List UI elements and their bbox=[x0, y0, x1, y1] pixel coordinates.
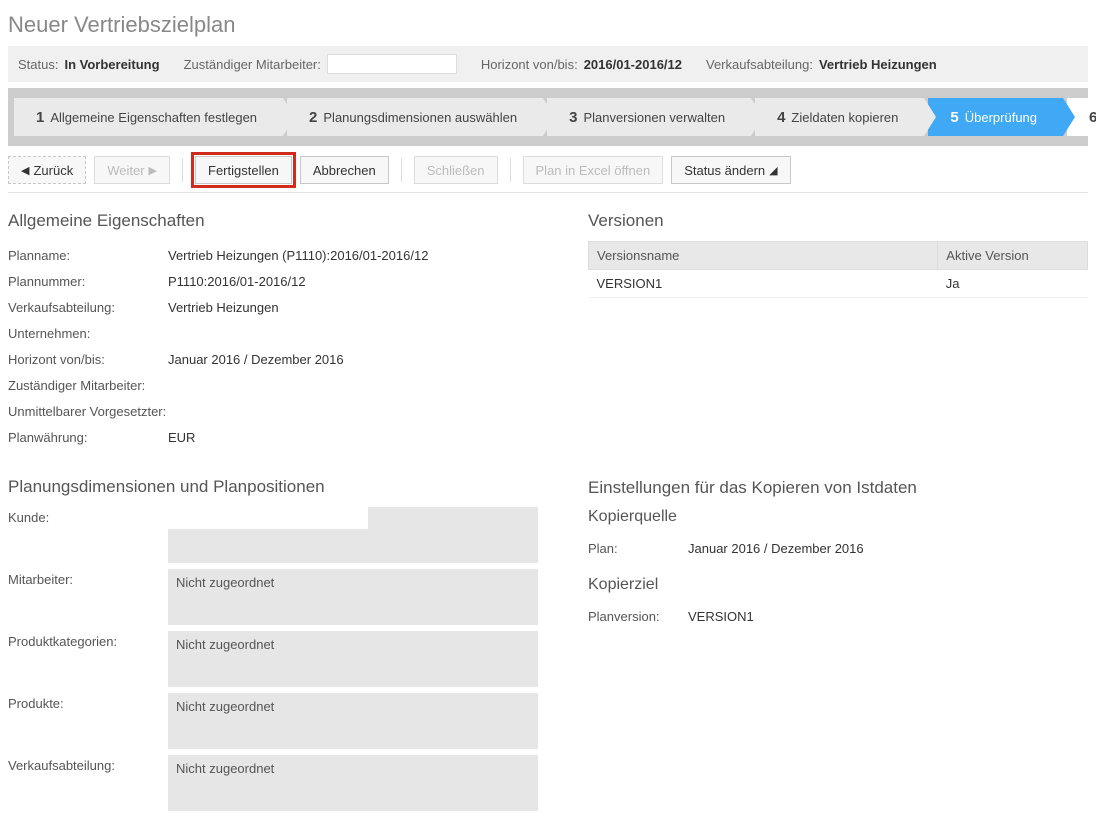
prop-currency-label: Planwährung: bbox=[8, 427, 168, 445]
meta-status-value: In Vorbereitung bbox=[64, 57, 159, 72]
versions-col-name: Versionsname bbox=[589, 242, 938, 270]
meta-horizon: Horizont von/bis: 2016/01-2016/12 bbox=[481, 57, 682, 72]
wizard-step-num: 3 bbox=[569, 109, 577, 126]
meta-bar: Status: In Vorbereitung Zuständiger Mita… bbox=[8, 46, 1088, 82]
open-excel-button: Plan in Excel öffnen bbox=[523, 156, 664, 184]
copy-source-title: Kopierquelle bbox=[588, 508, 1088, 526]
meta-dept: Verkaufsabteilung: Vertrieb Heizungen bbox=[706, 57, 937, 72]
prop-supervisor-label: Unmittelbarer Vorgesetzter: bbox=[8, 401, 168, 419]
dim-produktkat-value: Nicht zugeordnet bbox=[176, 637, 274, 652]
meta-horizon-value: 2016/01-2016/12 bbox=[584, 57, 682, 72]
wizard-step-5[interactable]: 5 Überprüfung bbox=[928, 98, 1063, 136]
prop-horizon-value: Januar 2016 / Dezember 2016 bbox=[168, 349, 548, 367]
change-status-button-label: Status ändern bbox=[684, 163, 765, 178]
wizard-steps: 1 Allgemeine Eigenschaften festlegen 2 P… bbox=[8, 88, 1088, 146]
wizard-step-label: Allgemeine Eigenschaften festlegen bbox=[50, 110, 257, 125]
dim-verkauf-label: Verkaufsabteilung: bbox=[8, 755, 168, 811]
dims-section-title: Planungsdimensionen und Planpositionen bbox=[8, 477, 548, 497]
open-excel-button-label: Plan in Excel öffnen bbox=[536, 163, 651, 178]
copy-section-title: Einstellungen für das Kopieren von Istda… bbox=[588, 478, 1088, 498]
dim-produkte-box: Nicht zugeordnet bbox=[168, 693, 538, 749]
dim-kunde-label: Kunde: bbox=[8, 507, 168, 563]
prop-owner-label: Zuständiger Mitarbeiter: bbox=[8, 375, 168, 393]
chevron-left-icon: ◀ bbox=[21, 164, 29, 177]
toolbar-separator bbox=[182, 158, 183, 182]
cancel-button[interactable]: Abbrechen bbox=[300, 156, 389, 184]
dim-produkte-value: Nicht zugeordnet bbox=[176, 699, 274, 714]
dim-produkte-label: Produkte: bbox=[8, 693, 168, 749]
prop-planname-value: Vertrieb Heizungen (P1110):2016/01-2016/… bbox=[168, 245, 548, 263]
wizard-step-num: 1 bbox=[36, 109, 44, 126]
prop-currency-value: EUR bbox=[168, 427, 548, 445]
wizard-step-label: Planversionen verwalten bbox=[583, 110, 725, 125]
close-button-label: Schließen bbox=[427, 163, 485, 178]
wizard-step-4[interactable]: 4 Zieldaten kopieren bbox=[755, 98, 924, 136]
finish-button[interactable]: Fertigstellen bbox=[195, 156, 292, 184]
back-button[interactable]: ◀ Zurück bbox=[8, 156, 86, 184]
props-section-title: Allgemeine Eigenschaften bbox=[8, 211, 548, 231]
prop-dept-label: Verkaufsabteilung: bbox=[8, 297, 168, 315]
versions-section-title: Versionen bbox=[588, 211, 1088, 231]
copy-target-title: Kopierziel bbox=[588, 576, 1088, 594]
dim-mitarbeiter-label: Mitarbeiter: bbox=[8, 569, 168, 625]
prop-company-value bbox=[168, 323, 548, 326]
toolbar-separator bbox=[510, 158, 511, 182]
wizard-step-1[interactable]: 1 Allgemeine Eigenschaften festlegen bbox=[14, 98, 283, 136]
toolbar: ◀ Zurück Weiter ▶ Fertigstellen Abbreche… bbox=[8, 148, 1088, 193]
prop-planname-label: Planname: bbox=[8, 245, 168, 263]
prop-company-label: Unternehmen: bbox=[8, 323, 168, 341]
wizard-step-3[interactable]: 3 Planversionen verwalten bbox=[547, 98, 751, 136]
wizard-step-label: Überprüfung bbox=[965, 110, 1037, 125]
copy-plan-label: Plan: bbox=[588, 538, 688, 556]
wizard-step-label: Zieldaten kopieren bbox=[791, 110, 898, 125]
prop-owner-value bbox=[168, 375, 548, 378]
version-active-cell: Ja bbox=[938, 270, 1088, 298]
close-button: Schließen bbox=[414, 156, 498, 184]
prop-supervisor-value bbox=[168, 401, 548, 404]
wizard-step-num: 4 bbox=[777, 109, 785, 126]
wizard-step-num: 2 bbox=[309, 109, 317, 126]
wizard-step-label: Planungsdimensionen auswählen bbox=[323, 110, 517, 125]
prop-plannummer-value: P1110:2016/01-2016/12 bbox=[168, 271, 548, 289]
next-button: Weiter ▶ bbox=[94, 156, 170, 184]
prop-dept-value: Vertrieb Heizungen bbox=[168, 297, 548, 315]
meta-status: Status: In Vorbereitung bbox=[18, 57, 160, 72]
dim-kunde-input[interactable] bbox=[168, 507, 368, 529]
meta-dept-value: Vertrieb Heizungen bbox=[819, 57, 937, 72]
table-row[interactable]: VERSION1 Ja bbox=[589, 270, 1088, 298]
toolbar-separator bbox=[401, 158, 402, 182]
dropdown-icon: ◢ bbox=[769, 164, 777, 177]
prop-plannummer-label: Plannummer: bbox=[8, 271, 168, 289]
dim-mitarbeiter-box: Nicht zugeordnet bbox=[168, 569, 538, 625]
dim-mitarbeiter-value: Nicht zugeordnet bbox=[176, 575, 274, 590]
dim-verkauf-value: Nicht zugeordnet bbox=[176, 761, 274, 776]
meta-owner: Zuständiger Mitarbeiter: bbox=[184, 54, 457, 74]
dim-produktkat-box: Nicht zugeordnet bbox=[168, 631, 538, 687]
versions-col-active: Aktive Version bbox=[938, 242, 1088, 270]
meta-horizon-label: Horizont von/bis: bbox=[481, 57, 578, 72]
version-name-cell: VERSION1 bbox=[589, 270, 938, 298]
copy-plan-value: Januar 2016 / Dezember 2016 bbox=[688, 538, 1088, 556]
cancel-button-label: Abbrechen bbox=[313, 163, 376, 178]
next-button-label: Weiter bbox=[107, 163, 144, 178]
finish-button-label: Fertigstellen bbox=[208, 163, 279, 178]
dim-produktkat-label: Produktkategorien: bbox=[8, 631, 168, 687]
meta-owner-label: Zuständiger Mitarbeiter: bbox=[184, 57, 321, 72]
dim-kunde-box bbox=[168, 507, 538, 563]
back-button-label: Zurück bbox=[33, 163, 73, 178]
copy-planversion-label: Planversion: bbox=[588, 606, 688, 624]
wizard-step-2[interactable]: 2 Planungsdimensionen auswählen bbox=[287, 98, 543, 136]
wizard-step-num: 5 bbox=[950, 109, 958, 126]
page-title: Neuer Vertriebszielplan bbox=[8, 12, 1088, 38]
meta-dept-label: Verkaufsabteilung: bbox=[706, 57, 813, 72]
prop-horizon-label: Horizont von/bis: bbox=[8, 349, 168, 367]
copy-planversion-value: VERSION1 bbox=[688, 606, 1088, 624]
meta-owner-input[interactable] bbox=[327, 54, 457, 74]
chevron-right-icon: ▶ bbox=[149, 164, 157, 177]
dim-verkauf-box: Nicht zugeordnet bbox=[168, 755, 538, 811]
versions-table: Versionsname Aktive Version VERSION1 Ja bbox=[588, 241, 1088, 298]
change-status-button[interactable]: Status ändern ◢ bbox=[671, 156, 790, 184]
meta-status-label: Status: bbox=[18, 57, 58, 72]
wizard-step-num: 6 bbox=[1089, 109, 1096, 126]
